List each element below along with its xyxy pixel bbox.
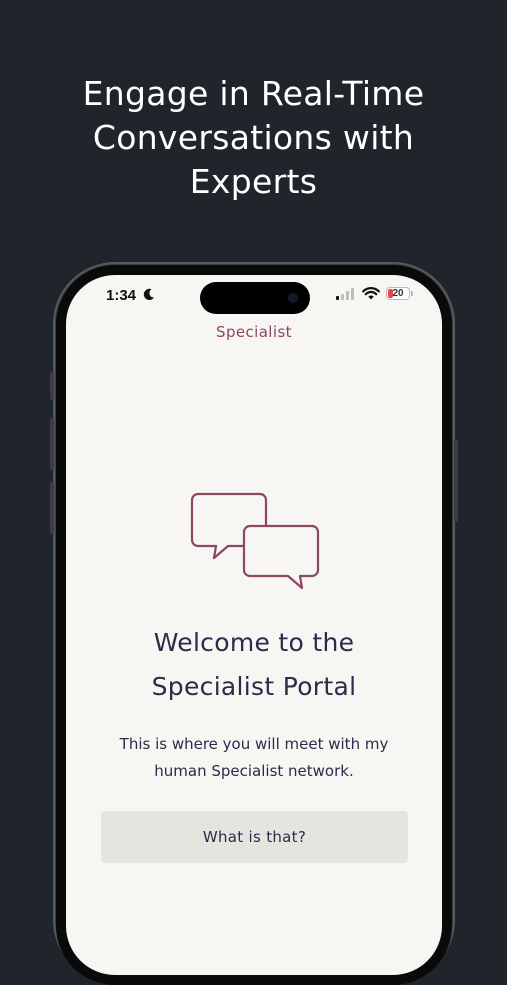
front-camera xyxy=(288,293,298,303)
battery-icon: 20 xyxy=(386,287,410,300)
phone-silent-switch xyxy=(50,372,54,400)
what-is-that-button[interactable]: What is that? xyxy=(101,811,408,863)
welcome-description: This is where you will meet with my huma… xyxy=(66,731,442,785)
welcome-title-line-2: Specialist Portal xyxy=(151,672,357,701)
signal-icon xyxy=(336,288,354,300)
wifi-icon xyxy=(362,287,380,300)
battery-percent: 20 xyxy=(392,288,404,299)
phone-screen: 1:34 20 Specialist Welcome to the Specia… xyxy=(66,275,442,975)
headline-line-3: Experts xyxy=(189,162,318,201)
welcome-title: Welcome to the Specialist Portal xyxy=(66,621,442,709)
marketing-headline: Engage in Real-Time Conversations with E… xyxy=(0,72,507,204)
phone-power-button xyxy=(454,440,458,522)
welcome-title-line-1: Welcome to the xyxy=(153,628,355,657)
headline-line-1: Engage in Real-Time xyxy=(82,74,425,113)
phone-volume-up xyxy=(50,418,54,470)
headline-line-2: Conversations with xyxy=(92,118,415,157)
nav-title: Specialist xyxy=(216,323,292,341)
description-line-2: human Specialist network. xyxy=(154,762,354,780)
status-bar: 1:34 20 xyxy=(66,275,442,319)
phone-volume-down xyxy=(50,482,54,534)
moon-icon xyxy=(143,288,154,300)
chat-bubbles-icon xyxy=(190,492,320,590)
description-line-1: This is where you will meet with my xyxy=(119,735,389,753)
dynamic-island xyxy=(200,282,310,314)
battery-nub xyxy=(411,291,413,296)
status-time: 1:34 xyxy=(106,287,137,304)
